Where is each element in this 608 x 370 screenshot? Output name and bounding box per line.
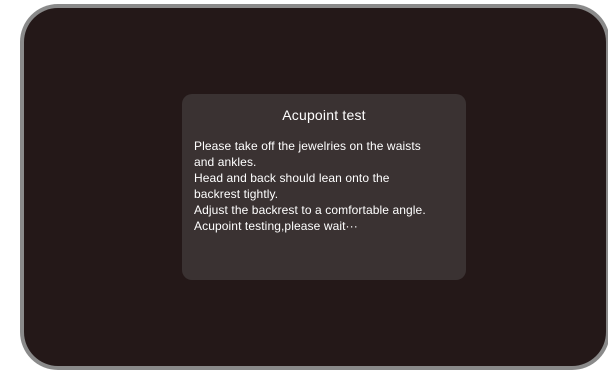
message-line: Adjust the backrest to a comfortable ang… [194,203,426,217]
message-line: Please take off the jewelries on the wai… [194,139,421,153]
screen: Acupoint test Please take off the jewelr… [24,8,606,366]
message-line: and ankles. [194,155,257,169]
acupoint-test-dialog: Acupoint test Please take off the jewelr… [182,94,466,280]
stage: Acupoint test Please take off the jewelr… [0,0,608,370]
dialog-message: Please take off the jewelries on the wai… [194,138,454,234]
dialog-title: Acupoint test [282,107,366,123]
message-line: backrest tightly. [194,187,279,201]
device-frame: Acupoint test Please take off the jewelr… [20,4,608,370]
message-line: Head and back should lean onto the [194,171,390,185]
message-line: Acupoint testing,please wait··· [194,219,358,233]
